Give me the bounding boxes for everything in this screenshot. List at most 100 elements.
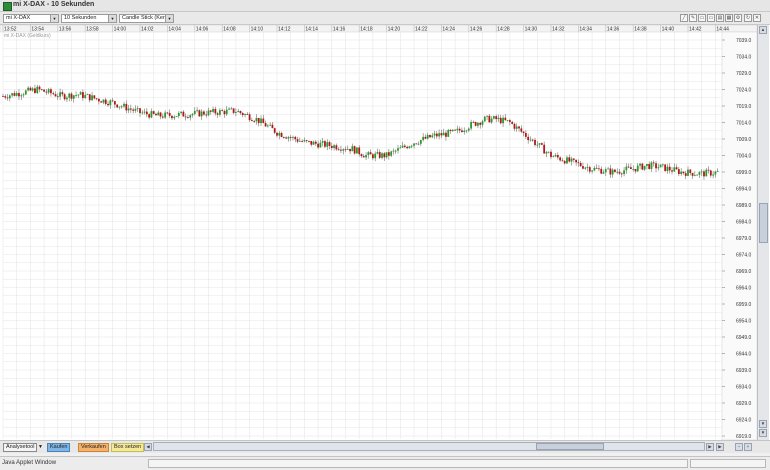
candle-body [538, 143, 541, 145]
candle-body [100, 101, 103, 103]
candle-body [50, 89, 52, 94]
y-tick-label: 6949.0 [736, 335, 752, 341]
candle-body [454, 129, 456, 131]
scroll-up-icon[interactable]: ▲ [759, 26, 767, 34]
candle-body [353, 146, 356, 154]
vertical-scroll-thumb[interactable] [759, 203, 768, 243]
zoom-plus-icon[interactable]: + [744, 443, 752, 451]
candle-body [502, 117, 504, 124]
zoom-in-icon[interactable]: ▭ [698, 14, 706, 22]
candle-body [397, 148, 399, 151]
candle-body [369, 152, 372, 155]
scroll-end-icon[interactable]: ▶ [716, 443, 724, 451]
y-tick-label: 7029.0 [736, 71, 752, 77]
price-chart[interactable]: 13:52 13:54 13:56 13:58 14:00 14:02 14:04 14:06… [0, 24, 770, 441]
scroll-left-icon[interactable]: ◀ [144, 443, 152, 451]
x-tick-label: 14:12 [278, 27, 291, 33]
horizontal-scroll-thumb[interactable] [536, 443, 604, 450]
candle-body [438, 133, 441, 137]
layout-icon[interactable]: ▤ [716, 14, 724, 22]
y-tick-label: 6934.0 [736, 385, 752, 391]
candle-body [600, 168, 603, 174]
candle-body [111, 100, 114, 102]
refresh-icon[interactable]: ↻ [744, 14, 752, 22]
candle-body [664, 164, 667, 172]
candle-body [166, 112, 169, 114]
zoom-minus-icon[interactable]: − [735, 443, 743, 451]
instrument-select[interactable]: mi X-DAX ▼ [3, 14, 59, 23]
candle-body [43, 89, 45, 92]
candle-body [591, 170, 593, 172]
candle-body [191, 113, 194, 116]
candle-body [177, 112, 180, 117]
candle-body [630, 167, 632, 169]
candle-body [703, 171, 705, 177]
vertical-scrollbar[interactable]: ▲ ▼ ▼ [757, 25, 769, 440]
buy-button[interactable]: Kaufen [47, 443, 71, 452]
candle-body [52, 93, 55, 95]
candle-body [650, 162, 653, 169]
chevron-down-icon[interactable]: ▼ [165, 15, 173, 22]
candle-body [374, 153, 377, 159]
candle-body [182, 111, 185, 117]
candle-body [228, 108, 230, 110]
candle-body [326, 142, 329, 147]
candle-body [324, 141, 326, 147]
close-icon[interactable]: ✕ [753, 14, 761, 22]
candle-body [56, 96, 59, 98]
candle-body [474, 122, 477, 126]
candle-body [271, 124, 274, 129]
candle-body [598, 168, 600, 170]
interval-select[interactable]: 10 Sekunden ▼ [61, 14, 117, 23]
grid-icon[interactable]: ▦ [725, 14, 733, 22]
chart-style-select[interactable]: Candle Stick (Kerzen ▼ [119, 14, 174, 23]
scroll-down-icon[interactable]: ▼ [759, 420, 767, 428]
scroll-down-end-icon[interactable]: ▼ [759, 429, 767, 437]
candle-body [680, 171, 683, 175]
candle-body [383, 153, 386, 158]
candle-body [506, 120, 509, 121]
candle-body [381, 153, 383, 158]
chevron-down-icon[interactable]: ▼ [50, 15, 58, 22]
candle-body [433, 133, 436, 136]
set-box-button[interactable]: Box setzen [111, 443, 145, 452]
candle-body [550, 151, 552, 158]
y-tick-label: 6924.0 [736, 418, 752, 424]
candle-body [641, 163, 644, 170]
analysis-tool-dropdown-icon[interactable]: ▼ [38, 444, 43, 450]
candle-body [495, 116, 498, 120]
candle-body [554, 155, 557, 157]
settings-icon[interactable]: ⚙ [734, 14, 742, 22]
zoom-out-icon[interactable]: ▭ [707, 14, 715, 22]
candle-body [445, 132, 447, 137]
candle-body [559, 157, 562, 161]
scroll-right-icon[interactable]: ▶ [706, 443, 714, 451]
candle-body [481, 121, 484, 125]
sell-button[interactable]: Verkaufen [78, 443, 109, 452]
candle-body [203, 111, 205, 115]
candle-body [570, 158, 573, 162]
line-tool-icon[interactable]: ╱ [680, 14, 688, 22]
chevron-down-icon[interactable]: ▼ [108, 15, 116, 22]
analysis-tool-button[interactable]: Analysetool [3, 443, 38, 452]
title-bar: mi X-DAX - 10 Sekunden [0, 0, 770, 12]
candle-body [451, 129, 454, 132]
candle-body [168, 112, 171, 116]
candle-body [483, 116, 486, 122]
candle-body [278, 132, 281, 136]
horizontal-scrollbar[interactable] [153, 442, 705, 451]
candle-body [45, 91, 48, 93]
candle-body [139, 108, 141, 114]
draw-tool-icon[interactable]: ✎ [689, 14, 697, 22]
candle-body [294, 136, 297, 140]
candle-body [143, 111, 146, 113]
y-tick-label: 6989.0 [736, 203, 752, 209]
candle-body [216, 113, 219, 115]
x-tick-label: 14:02 [141, 27, 154, 33]
candle-body [264, 123, 267, 127]
candle-body [70, 93, 73, 99]
candle-body [319, 142, 322, 148]
chart-area[interactable]: 13:52 13:54 13:56 13:58 14:00 14:02 14:04 14:06… [0, 24, 770, 441]
candle-body [435, 133, 438, 137]
candle-body [159, 112, 162, 117]
